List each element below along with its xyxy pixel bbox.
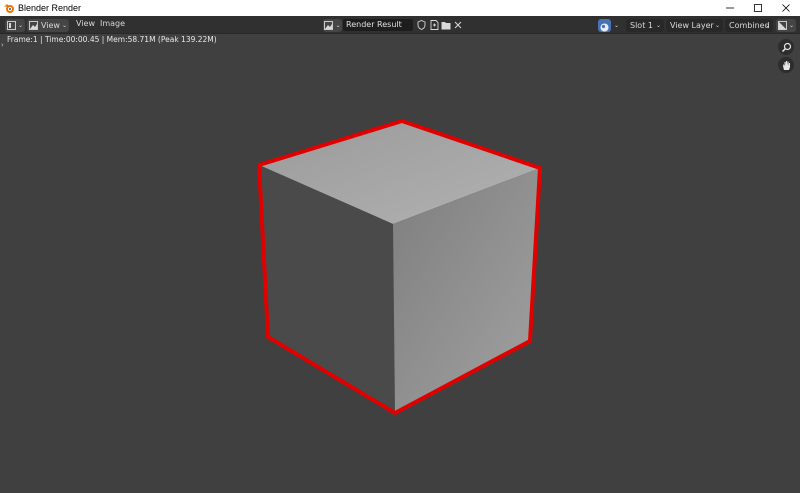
view-mode-label: View <box>40 21 60 30</box>
image-browse-icon <box>324 21 334 30</box>
open-image-button[interactable] <box>441 20 451 30</box>
chevron-down-icon: ⌄ <box>61 22 67 29</box>
slot-dropdown[interactable]: Slot 1 ⌄ <box>626 19 664 32</box>
display-channels-dropdown[interactable]: ⌄ <box>776 19 796 32</box>
slot-label: Slot 1 <box>630 21 653 30</box>
maximize-button[interactable] <box>744 0 772 16</box>
new-image-button[interactable] <box>429 20 439 30</box>
browse-image-button[interactable]: ⌄ <box>323 19 342 32</box>
image-editor-icon <box>7 21 16 30</box>
chevron-down-icon: ⌄ <box>17 22 24 29</box>
render-info-text: Frame:1 | Time:00:00.45 | Mem:58.71M (Pe… <box>7 35 217 44</box>
minimize-button[interactable] <box>716 0 744 16</box>
new-image-icon <box>430 20 438 30</box>
shading-sphere-icon <box>600 23 609 32</box>
unlink-image-button[interactable] <box>453 20 463 30</box>
image-editor-header: ⌄ View ⌄ View Image ⌄ Render Result ⌄ Sl… <box>0 16 800 34</box>
window-controls <box>716 0 800 16</box>
open-folder-icon <box>441 21 451 29</box>
chevron-down-icon: ⌄ <box>614 22 620 29</box>
maximize-icon <box>754 4 762 12</box>
expand-sidebar-arrow-icon[interactable]: › <box>1 41 4 49</box>
view-layer-dropdown[interactable]: View Layer ⌄ <box>666 19 723 32</box>
minimize-icon <box>726 7 734 9</box>
zoom-button[interactable] <box>778 39 794 55</box>
view-layer-label: View Layer <box>670 21 714 30</box>
menu-image[interactable]: Image <box>96 19 129 28</box>
chevron-down-icon: ⌄ <box>714 22 720 29</box>
hand-pan-icon <box>782 60 790 70</box>
chevron-down-icon: ⌄ <box>788 22 795 29</box>
blender-window: Blender Render ⌄ View ⌄ View Image ⌄ Ren… <box>0 0 800 493</box>
blender-logo-icon <box>4 4 14 13</box>
render-canvas[interactable] <box>0 34 800 493</box>
render-pass-dropdown[interactable]: Combined ⌄ <box>725 19 773 32</box>
display-channels-icon <box>778 21 787 30</box>
close-button[interactable] <box>772 0 800 16</box>
fake-user-shield-icon <box>417 20 425 30</box>
view-mode-dropdown[interactable]: View ⌄ <box>27 19 69 32</box>
image-name-field[interactable]: Render Result <box>343 19 413 31</box>
render-pass-label: Combined <box>729 21 770 30</box>
title-bar: Blender Render <box>0 0 800 16</box>
pan-button[interactable] <box>778 57 794 73</box>
chevron-down-icon: ⌄ <box>764 22 770 29</box>
unlink-x-icon <box>454 21 462 29</box>
window-title: Blender Render <box>18 3 82 13</box>
menu-view[interactable]: View <box>72 19 99 28</box>
view-mode-icon <box>29 21 38 30</box>
viewport-shading-button[interactable] <box>598 19 611 32</box>
close-icon <box>782 4 790 12</box>
fake-user-button[interactable] <box>416 20 426 30</box>
zoom-icon <box>781 42 791 52</box>
chevron-down-icon: ⌄ <box>655 22 661 29</box>
editor-type-button[interactable]: ⌄ <box>5 19 25 32</box>
chevron-down-icon: ⌄ <box>335 22 341 29</box>
shading-dropdown[interactable]: ⌄ <box>612 19 619 32</box>
